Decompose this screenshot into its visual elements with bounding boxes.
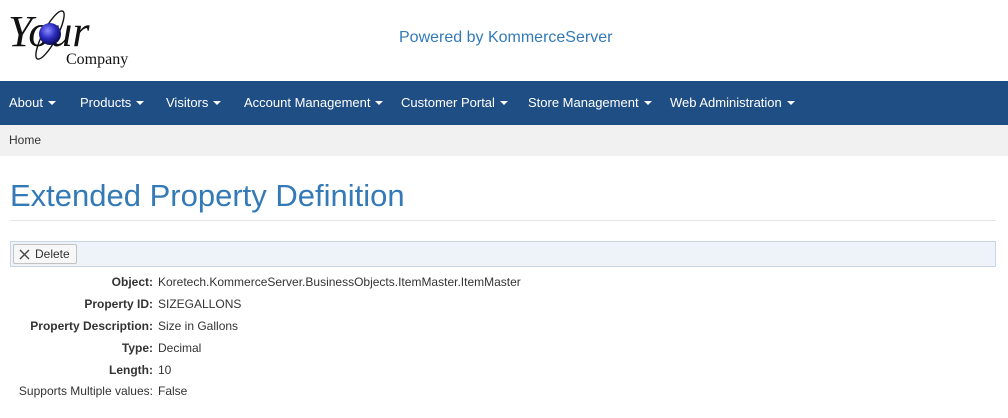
powered-by-text: Powered by KommerceServer — [399, 29, 613, 46]
title-divider — [10, 220, 996, 221]
property-row-length: Length: 10 — [0, 363, 700, 379]
nav-visitors-label: Visitors — [166, 95, 209, 110]
nav-store-management-label: Store Management — [528, 95, 639, 110]
nav-visitors[interactable]: Visitors — [166, 81, 222, 125]
caret-down-icon — [47, 101, 56, 105]
delete-button[interactable]: Delete — [13, 244, 77, 264]
nav-about-label: About — [9, 95, 43, 110]
breadcrumb: Home — [0, 125, 1008, 156]
close-icon — [19, 249, 30, 260]
nav-products[interactable]: Products — [80, 81, 145, 125]
property-row-description: Property Description: Size in Gallons — [0, 319, 700, 335]
action-toolbar: Delete — [10, 241, 996, 267]
property-value: Decimal — [158, 341, 202, 355]
caret-down-icon — [375, 101, 384, 105]
property-label: Property ID: — [84, 297, 153, 311]
nav-web-administration-label: Web Administration — [670, 95, 782, 110]
nav-customer-portal[interactable]: Customer Portal — [401, 81, 508, 125]
nav-products-label: Products — [80, 95, 132, 110]
nav-account-management-label: Account Management — [244, 95, 371, 110]
company-logo[interactable]: Your Company — [6, 4, 138, 70]
logo-text-sub: Company — [66, 51, 128, 68]
caret-down-icon — [136, 101, 145, 105]
caret-down-icon — [786, 101, 795, 105]
property-label: Property Description: — [30, 319, 153, 333]
property-value: False — [158, 384, 188, 398]
property-label: Object: — [111, 275, 153, 289]
property-row-object: Object: Koretech.KommerceServer.Business… — [0, 275, 700, 291]
nav-about[interactable]: About — [9, 81, 56, 125]
nav-customer-portal-label: Customer Portal — [401, 95, 495, 110]
property-label: Supports Multiple values: — [18, 384, 153, 398]
nav-store-management[interactable]: Store Management — [528, 81, 652, 125]
property-value: Size in Gallons — [158, 319, 239, 333]
caret-down-icon — [499, 101, 508, 105]
property-label: Type: — [121, 341, 153, 355]
nav-account-management[interactable]: Account Management — [244, 81, 384, 125]
caret-down-icon — [213, 101, 222, 105]
property-value: 10 — [158, 363, 172, 377]
property-value: Koretech.KommerceServer.BusinessObjects.… — [158, 275, 521, 289]
page-title: Extended Property Definition — [10, 178, 405, 213]
site-header: Your Company Powered by KommerceServer — [0, 0, 1008, 81]
delete-button-label: Delete — [35, 247, 70, 261]
property-row-id: Property ID: SIZEGALLONS — [0, 297, 700, 313]
property-row-type: Type: Decimal — [0, 341, 700, 357]
main-navbar: About Products Visitors Account Manageme… — [0, 81, 1008, 125]
property-row-multiple-values: Supports Multiple values: False — [0, 384, 700, 400]
caret-down-icon — [643, 101, 652, 105]
nav-web-administration[interactable]: Web Administration — [670, 81, 795, 125]
breadcrumb-home[interactable]: Home — [9, 133, 41, 147]
property-label: Length: — [109, 363, 153, 377]
property-value: SIZEGALLONS — [158, 297, 242, 311]
logo-globe — [39, 23, 61, 45]
